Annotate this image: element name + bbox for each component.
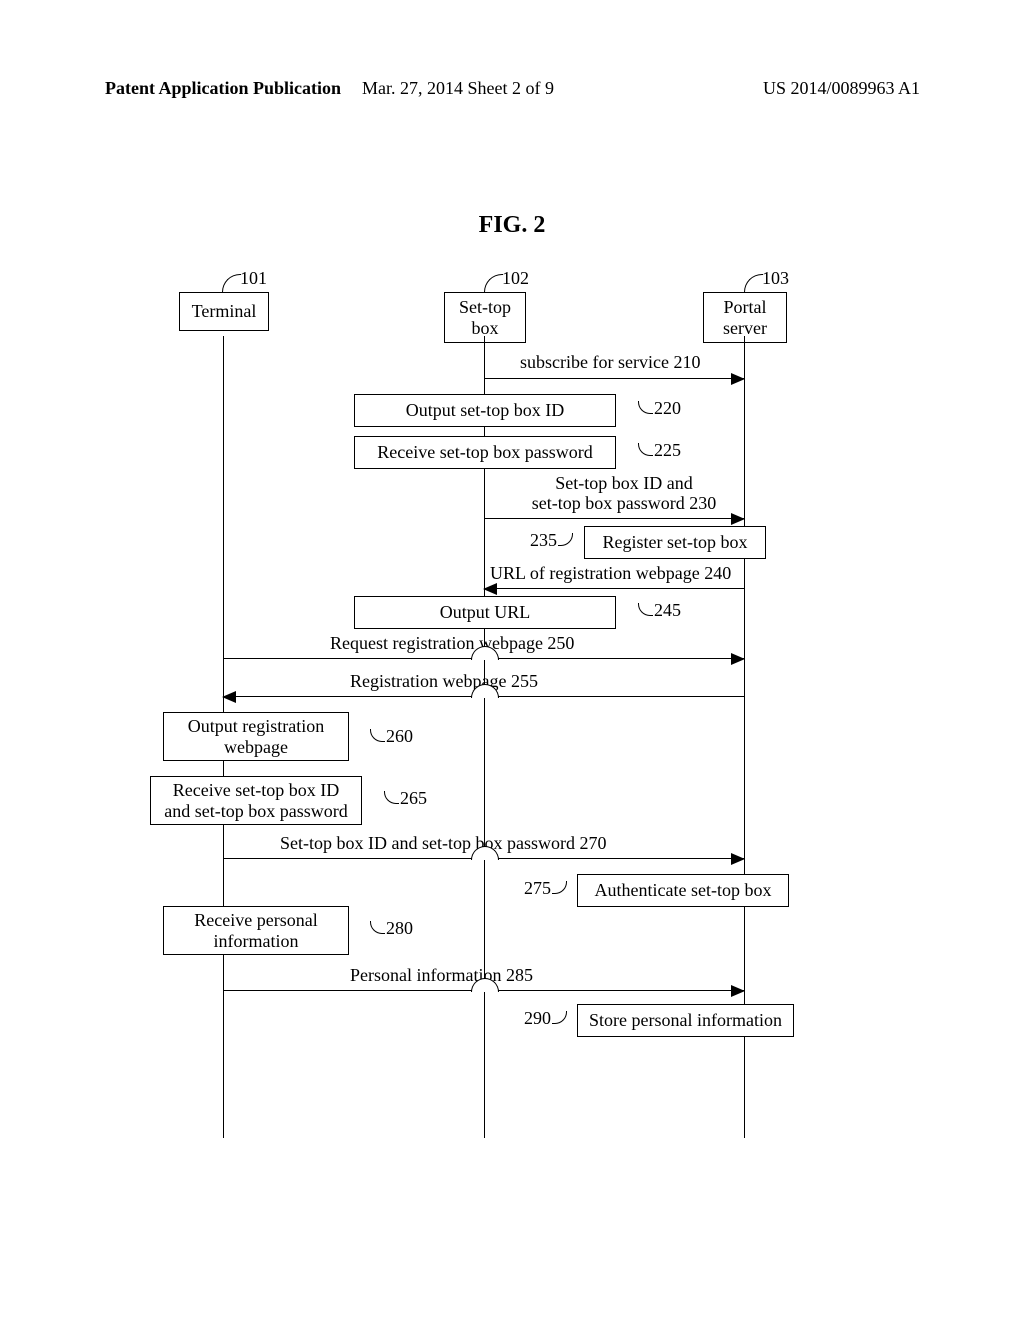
- msg-reg-webpage: Registration webpage 255: [350, 672, 538, 692]
- msg-230-line1: Set-top box ID and: [555, 473, 692, 493]
- msg-personal-info: Personal information 285: [350, 966, 533, 986]
- msg-stb-id-pw: Set-top box ID and set-top box password …: [505, 474, 743, 514]
- arrow-210: [484, 378, 744, 379]
- ref-280: 280: [386, 918, 413, 939]
- actor-tag-terminal: 101: [240, 268, 267, 289]
- step-register-stb: Register set-top box: [584, 526, 766, 559]
- arrow-230: [484, 518, 744, 519]
- step-store-personal-info: Store personal information: [577, 1004, 794, 1037]
- actor-portalserver: Portal server: [703, 292, 787, 343]
- ref-265: 265: [400, 788, 427, 809]
- step-receive-stb-id-pw: Receive set-top box ID and set-top box p…: [150, 776, 362, 825]
- msg-stb-id-pw-270: Set-top box ID and set-top box password …: [280, 834, 606, 854]
- ref-245: 245: [654, 600, 681, 621]
- header-center: Mar. 27, 2014 Sheet 2 of 9: [362, 78, 554, 99]
- step-output-stb-id: Output set-top box ID: [354, 394, 616, 427]
- actor-settopbox: Set-top box: [444, 292, 526, 343]
- header-right: US 2014/0089963 A1: [763, 78, 920, 99]
- ref-260: 260: [386, 726, 413, 747]
- step-output-url: Output URL: [354, 596, 616, 629]
- step-authenticate-stb: Authenticate set-top box: [577, 874, 789, 907]
- header-left: Patent Application Publication: [105, 78, 341, 99]
- actor-tag-portalserver: 103: [762, 268, 789, 289]
- msg-230-line2: set-top box password 230: [532, 493, 716, 513]
- ref-290: 290: [524, 1008, 551, 1029]
- step-receive-personal-info: Receive personal information: [163, 906, 349, 955]
- arrow-240: [484, 588, 744, 589]
- msg-subscribe: subscribe for service 210: [520, 353, 700, 373]
- msg-url-reg: URL of registration webpage 240: [490, 564, 731, 584]
- msg-request-reg-page: Request registration webpage 250: [330, 634, 574, 654]
- actor-terminal: Terminal: [179, 292, 269, 331]
- ref-220: 220: [654, 398, 681, 419]
- ref-225: 225: [654, 440, 681, 461]
- sequence-diagram: 101 102 103 Terminal Set-top box Portal …: [150, 268, 870, 1138]
- ref-235: 235: [530, 530, 557, 551]
- actor-tag-settopbox: 102: [502, 268, 529, 289]
- step-receive-stb-password: Receive set-top box password: [354, 436, 616, 469]
- step-output-reg-webpage: Output registration webpage: [163, 712, 349, 761]
- figure-title: FIG. 2: [0, 212, 1024, 239]
- ref-275: 275: [524, 878, 551, 899]
